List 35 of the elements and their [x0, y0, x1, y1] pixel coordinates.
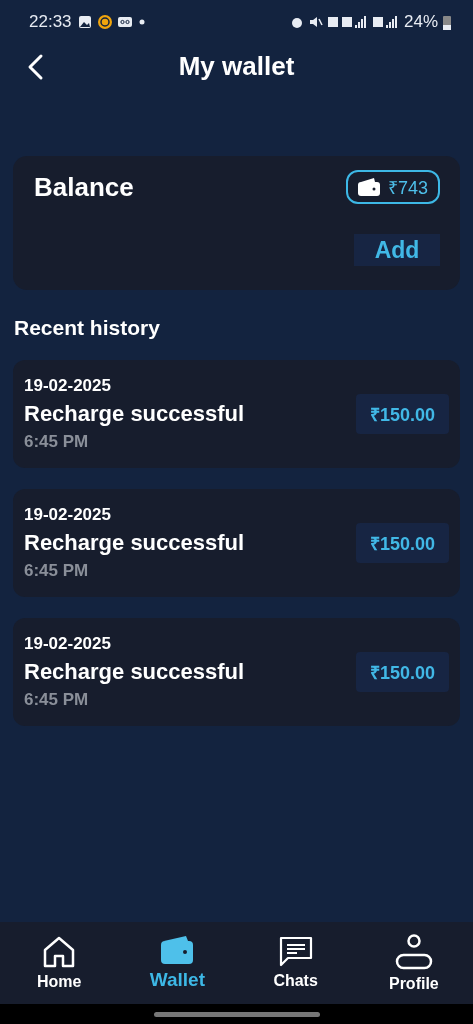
history-amount: ₹150.00	[355, 523, 449, 563]
history-date: 19-02-2025	[24, 634, 112, 654]
history-title: Recharge successful	[24, 401, 246, 427]
wallet-icon	[160, 935, 195, 965]
notification-icon	[96, 14, 113, 30]
history-time: 6:45 PM	[24, 432, 90, 452]
battery-icon	[443, 14, 451, 30]
wallet-icon	[357, 178, 380, 196]
history-amount: ₹150.00	[355, 652, 449, 692]
history-title: Recharge successful	[24, 659, 246, 685]
chat-icon	[278, 936, 313, 968]
balance-amount: ₹743	[387, 177, 428, 199]
nav-tab[interactable]: Profile	[354, 922, 473, 1004]
page-title: My wallet	[178, 50, 295, 81]
history-title: Recharge successful	[24, 530, 246, 556]
home-icon	[42, 935, 77, 969]
nav-tab[interactable]: Chats	[236, 922, 355, 1004]
signal-icon	[372, 15, 399, 29]
history-amount: ₹150.00	[355, 394, 449, 434]
history-date: 19-02-2025	[24, 505, 112, 525]
status-time: 22:33	[29, 12, 72, 32]
add-button[interactable]: Add	[354, 234, 440, 266]
nav-tab[interactable]: Wallet	[118, 922, 237, 1004]
profile-icon	[394, 933, 433, 971]
balance-label: Balance	[34, 171, 134, 203]
section-title: Recent history	[14, 316, 161, 340]
voicemail-icon	[117, 17, 132, 27]
history-time: 6:45 PM	[24, 561, 90, 581]
gallery-icon	[77, 15, 92, 29]
history-date: 19-02-2025	[24, 376, 112, 396]
mute-icon	[308, 15, 323, 29]
battery-percent: 24%	[403, 12, 438, 32]
signal-icon	[327, 15, 368, 29]
history-time: 6:45 PM	[24, 690, 90, 710]
nav-tab[interactable]: Home	[0, 922, 119, 1004]
